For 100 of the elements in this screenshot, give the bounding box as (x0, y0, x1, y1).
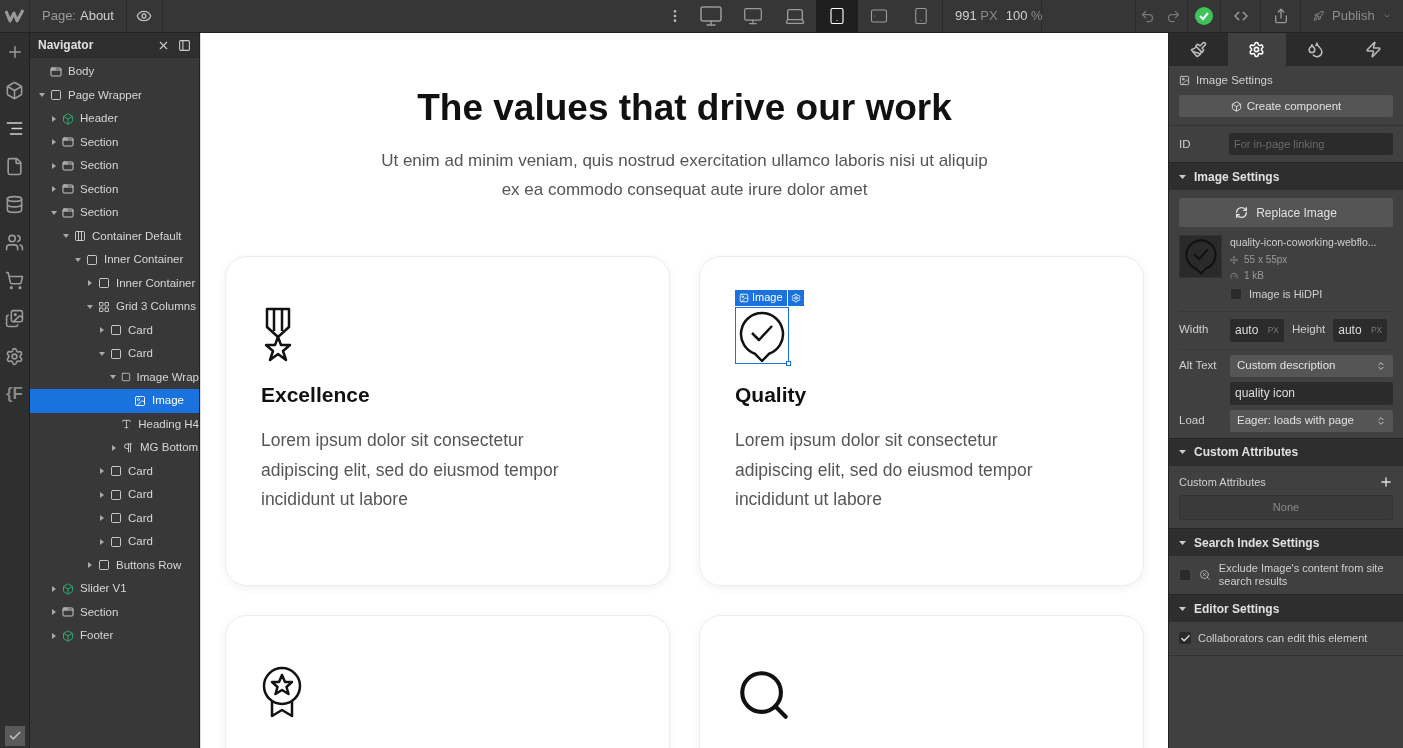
section-header[interactable]: Editor Settings (1169, 594, 1403, 622)
exclude-label: Exclude Image's content from site search results (1218, 562, 1385, 588)
zoom-value: 100 % (1005, 7, 1043, 26)
create-component-button[interactable]: Create component (1179, 95, 1393, 118)
square-icon (110, 347, 122, 360)
navigator-item[interactable]: Card (30, 530, 199, 554)
users-icon (5, 232, 24, 252)
monitor-icon (743, 6, 763, 26)
caret-down-icon[interactable] (99, 350, 105, 357)
selection-badge[interactable]: Image (735, 289, 787, 306)
section-header[interactable]: Image Settings (1169, 162, 1403, 191)
navigator-item[interactable]: Slider V1 (30, 577, 199, 601)
publish-button[interactable]: Publish (1301, 0, 1403, 32)
check-icon (7, 729, 22, 743)
logo-icon[interactable] (4, 9, 25, 23)
attributes-label: Custom Attributes (1179, 474, 1266, 490)
check-button[interactable] (4, 726, 25, 746)
caret-right-icon[interactable] (51, 162, 57, 169)
checkbox[interactable] (1179, 569, 1191, 581)
panel-tab[interactable] (1227, 33, 1286, 66)
navigator-item[interactable]: Section (30, 154, 199, 178)
navigator-item[interactable]: Page Wrapper (30, 83, 199, 107)
resize-handle[interactable] (786, 360, 791, 366)
navigator-item[interactable]: Body (30, 60, 199, 84)
navigator-item[interactable]: Image (30, 389, 199, 413)
navigator-item[interactable]: Grid 3 Columns (30, 295, 199, 319)
alt-text-field[interactable]: quality icon (1230, 381, 1393, 405)
caret-right-icon[interactable] (51, 139, 57, 146)
navigator-item[interactable]: Section (30, 177, 199, 201)
app-label[interactable]: {F (6, 375, 23, 413)
navigator-item[interactable]: Container Default (30, 224, 199, 248)
alt-text-select[interactable]: Custom description (1230, 354, 1393, 377)
square-icon (110, 465, 122, 478)
navigator-item[interactable]: Card (30, 506, 199, 530)
caret-right-icon[interactable] (51, 609, 57, 616)
navigator-item[interactable]: Buttons Row (30, 553, 199, 577)
card-text: Lorem ipsum dolor sit consectetur adipiscing elit, sed do eiusmod tempor incididunt ut labore (735, 429, 1034, 511)
navigator-item[interactable]: Card (30, 483, 199, 507)
resize-icon (1230, 255, 1238, 264)
caret-right-icon[interactable] (51, 585, 57, 592)
navigator-item[interactable]: Section (30, 130, 199, 154)
navigator-item[interactable]: Footer (30, 624, 199, 648)
text-icon (121, 418, 133, 431)
navigator-item[interactable]: Section (30, 600, 199, 624)
checkbox[interactable] (1230, 288, 1242, 301)
navigator-item[interactable]: Inner Container (30, 271, 199, 295)
id-field[interactable]: For in-page linking (1229, 133, 1393, 156)
caret-right-icon[interactable] (111, 444, 117, 451)
checkbox[interactable] (1179, 632, 1191, 645)
square-icon (110, 512, 122, 525)
paragraph-icon (122, 441, 134, 454)
caret-right-icon[interactable] (99, 468, 105, 475)
image-icon (739, 292, 749, 303)
height-field[interactable]: auto PX (1333, 318, 1388, 342)
caret-down-icon (1179, 449, 1186, 455)
add-icon[interactable] (1379, 474, 1393, 489)
width-field[interactable]: auto PX (1230, 318, 1284, 342)
card-title: Excellence (261, 381, 371, 408)
cube-icon (1230, 100, 1242, 112)
caret-right-icon[interactable] (99, 491, 105, 498)
breakpoint-button[interactable] (816, 0, 858, 32)
navigator-item[interactable]: Card (30, 318, 199, 342)
caret-right-icon[interactable] (51, 632, 57, 639)
caret-right-icon[interactable] (51, 115, 57, 122)
dock-icon[interactable] (178, 38, 191, 52)
card-title: Quality (735, 381, 808, 408)
page-name[interactable]: About (80, 6, 114, 26)
drops-icon (1306, 41, 1324, 58)
navigator-item[interactable]: Image Wrap (30, 365, 199, 389)
navigator-item[interactable]: Card (30, 342, 199, 366)
section-header[interactable]: Custom Attributes (1169, 437, 1403, 466)
square-icon (120, 371, 131, 384)
navigator-item[interactable]: MG Bottom (30, 436, 199, 460)
selected-image[interactable] (735, 306, 789, 364)
undo-icon (1140, 8, 1155, 24)
section-header[interactable]: Search Index Settings (1169, 528, 1403, 556)
navigator-item[interactable]: Card (30, 459, 199, 483)
caret-down-icon[interactable] (39, 92, 45, 99)
load-select[interactable]: Eager: loads with page (1230, 409, 1393, 432)
caret-right-icon[interactable] (99, 538, 105, 545)
page-label: Page: (42, 7, 76, 26)
caret-down-icon[interactable] (75, 256, 81, 263)
caret-right-icon[interactable] (99, 515, 105, 522)
settings-icon (5, 346, 24, 366)
navigator-item[interactable]: Section (30, 201, 199, 225)
caret-down-icon[interactable] (51, 209, 57, 216)
caret-right-icon[interactable] (87, 562, 93, 569)
status-button[interactable] (1187, 0, 1221, 32)
caret-right-icon[interactable] (51, 186, 57, 193)
navigator-item[interactable]: Header (30, 107, 199, 131)
caret-down-icon[interactable] (110, 374, 117, 381)
replace-image-button[interactable]: Replace Image (1179, 198, 1393, 228)
caret-right-icon[interactable] (87, 280, 93, 287)
navigator-item[interactable]: Inner Container (30, 248, 199, 272)
badge-settings-button[interactable] (787, 289, 804, 306)
body-icon (50, 65, 62, 78)
caret-down-icon[interactable] (63, 233, 69, 240)
navigator-item[interactable]: Heading H4 (30, 412, 199, 436)
caret-down-icon[interactable] (87, 303, 93, 310)
caret-right-icon[interactable] (99, 327, 105, 334)
